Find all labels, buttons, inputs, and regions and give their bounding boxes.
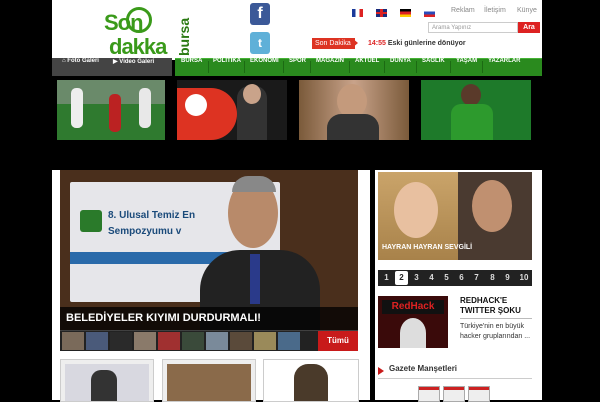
twitter-icon[interactable]: t	[250, 32, 270, 54]
nav-divider	[244, 61, 245, 73]
strip-thumb[interactable]	[134, 332, 156, 350]
play-arrow-icon	[378, 367, 384, 375]
strip-thumb[interactable]	[230, 332, 252, 350]
nav-yazarlar[interactable]: YAZARLAR	[488, 58, 520, 76]
ticker-time: 14:55	[368, 40, 386, 47]
strip-thumb[interactable]	[62, 332, 84, 350]
strip-thumb[interactable]	[182, 332, 204, 350]
page-5[interactable]: 5	[440, 271, 453, 285]
page-2[interactable]: 2	[395, 271, 408, 285]
logo-text-dakka: dakka	[109, 34, 167, 59]
strip-thumb[interactable]	[86, 332, 108, 350]
logo-text-son: Son	[104, 10, 144, 35]
strip-thumb[interactable]	[206, 332, 228, 350]
gallery-thumb-bursaspor[interactable]	[177, 80, 287, 140]
gallery-thumb-man[interactable]	[299, 80, 409, 140]
news-card-1[interactable]	[60, 359, 154, 402]
strip-thumb[interactable]	[278, 332, 300, 350]
page-1[interactable]: 1	[380, 271, 393, 285]
nav-divider	[283, 61, 284, 73]
page-8[interactable]: 8	[486, 271, 499, 285]
nav-spor[interactable]: SPOR	[289, 58, 306, 76]
breaking-arrow-icon	[352, 38, 358, 48]
flag-de-icon[interactable]	[400, 9, 411, 17]
logo-text-bursa: bursa	[176, 17, 192, 56]
right-feature-caption[interactable]: HAYRAN HAYRAN SEVGİLİ	[382, 244, 472, 251]
strip-thumb[interactable]	[158, 332, 180, 350]
nav-divider	[208, 61, 209, 73]
divider	[378, 378, 532, 379]
side-story-title[interactable]: REDHACK'E TWITTER ŞOKU	[460, 296, 532, 316]
link-iletisim[interactable]: İletişim	[484, 7, 506, 14]
home-icon: ⌂	[62, 58, 66, 64]
nav-dunya[interactable]: DÜNYA	[390, 58, 411, 76]
gazete-mansetleri-title[interactable]: Gazete Manşetleri	[389, 364, 457, 373]
search-input[interactable]: Arama Yapınız	[428, 22, 518, 33]
nav-divider	[349, 61, 350, 73]
nav-foto-galeri[interactable]: ⌂ Foto Galeri	[62, 58, 99, 76]
nav-divider	[384, 61, 385, 73]
link-kunye[interactable]: Künye	[517, 7, 537, 14]
nav-aktuel[interactable]: AKTÜEL	[355, 58, 379, 76]
view-all-button[interactable]: Tümü	[318, 331, 358, 351]
link-reklam[interactable]: Reklam	[451, 7, 475, 14]
site-logo[interactable]: Son dakka bursa	[54, 4, 194, 59]
ticker-headline[interactable]: Eski günlerine dönüyor	[388, 40, 466, 47]
search-button[interactable]: Ara	[518, 22, 540, 33]
flag-fr-icon[interactable]	[352, 9, 363, 17]
nav-divider	[416, 61, 417, 73]
video-galeri-label: Video Galeri	[119, 59, 155, 65]
gallery-thumb-player[interactable]	[421, 80, 531, 140]
strip-thumb[interactable]	[110, 332, 132, 350]
page-3[interactable]: 3	[410, 271, 423, 285]
gallery-thumb-football[interactable]	[57, 80, 165, 140]
foto-galeri-label: Foto Galeri	[67, 58, 99, 64]
page-7[interactable]: 7	[470, 271, 483, 285]
nav-divider	[310, 61, 311, 73]
nav-divider	[482, 61, 483, 73]
hero-title[interactable]: BELEDİYELER KIYIMI DURDURMALI!	[66, 312, 261, 324]
news-card-3[interactable]	[263, 359, 359, 402]
nav-ekonomi[interactable]: EKONOMİ	[250, 58, 279, 76]
nav-magazin[interactable]: MAGAZİN	[316, 58, 344, 76]
page-6[interactable]: 6	[455, 271, 468, 285]
side-story-desc: Türkiye'nin en büyük hacker gruplarından…	[460, 323, 531, 340]
nav-saglik[interactable]: SAĞLIK	[422, 58, 445, 76]
strip-thumb[interactable]	[254, 332, 276, 350]
flag-uk-icon[interactable]	[376, 9, 387, 17]
nav-divider	[450, 61, 451, 73]
page-9[interactable]: 9	[501, 271, 514, 285]
nav-video-galeri[interactable]: ▶ Video Galeri	[113, 58, 154, 76]
page-4[interactable]: 4	[425, 271, 438, 285]
hero-image[interactable]: 8. Ulusal Temiz En Sempozyumu v	[60, 170, 358, 330]
side-story-image[interactable]: RedHack	[378, 296, 448, 348]
breaking-news-label: Son Dakika	[312, 38, 355, 49]
news-ticker[interactable]: 14:55 Eski günlerine dönüyor	[368, 38, 466, 49]
divider	[460, 318, 532, 319]
facebook-icon[interactable]: f	[250, 3, 270, 25]
news-card-2[interactable]	[162, 359, 256, 402]
banner-text-2: Sempozyumu v	[108, 226, 182, 237]
nav-politika[interactable]: POLİTİKA	[213, 58, 241, 76]
banner-text-1: 8. Ulusal Temiz En	[108, 210, 196, 221]
nav-yasam[interactable]: YAŞAM	[456, 58, 477, 76]
video-icon: ▶	[113, 59, 118, 65]
flag-ru-icon[interactable]	[424, 9, 435, 17]
side-story-image-label: RedHack	[382, 300, 444, 314]
nav-bursa[interactable]: BURSA	[181, 58, 202, 76]
page-10[interactable]: 10	[516, 271, 532, 285]
